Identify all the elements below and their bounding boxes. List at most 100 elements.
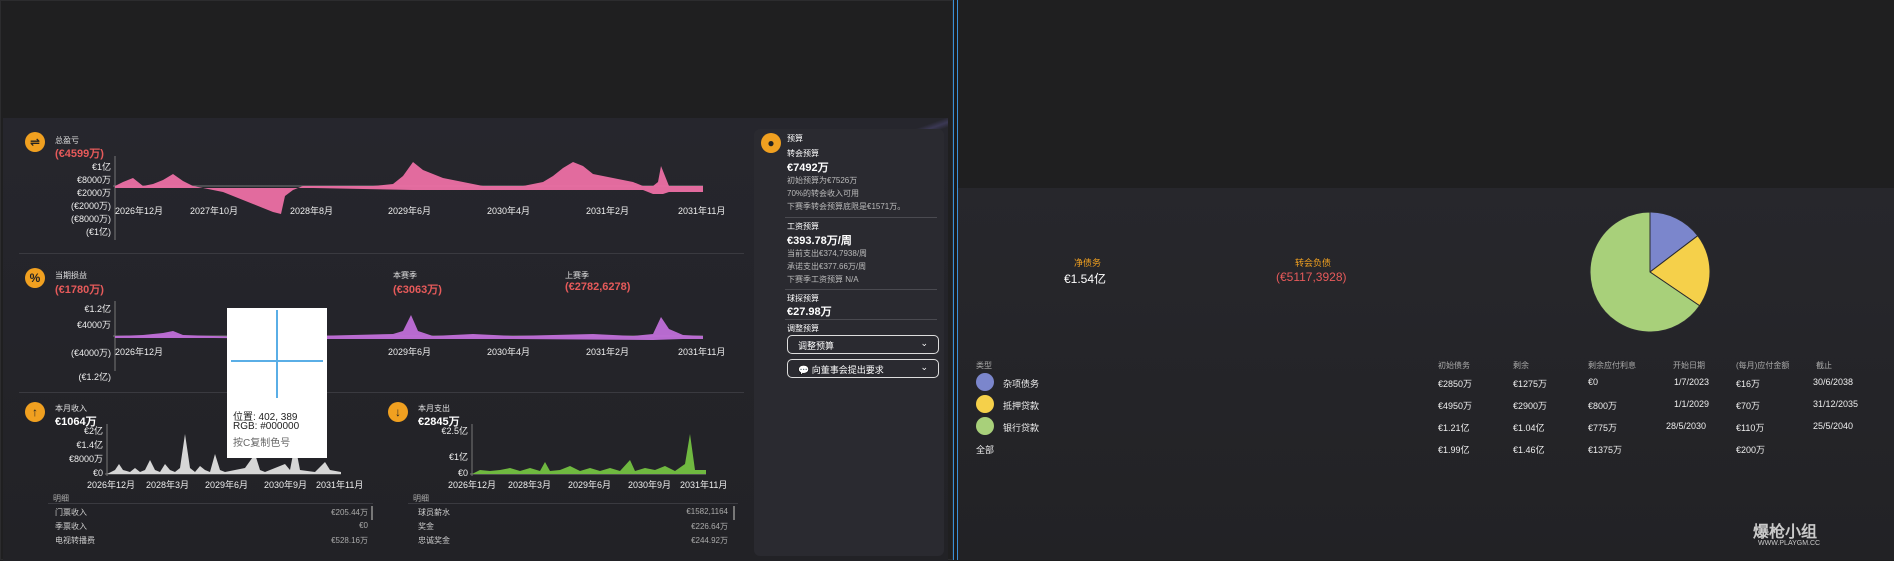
y-tick: €0 xyxy=(92,468,103,478)
wage-budget-label: 工资预算 xyxy=(787,222,819,231)
col-header-monthly: (每月)应付金额 xyxy=(1736,361,1790,370)
x-tick: 2031年11月 xyxy=(680,480,728,490)
y-tick: €1.2亿 xyxy=(84,304,111,314)
watermark-logo: 爆枪小组 xyxy=(1753,524,1818,541)
divider xyxy=(785,217,937,218)
board-request-dropdown[interactable]: 💬 向董事会提出要求 ⌄ xyxy=(787,359,939,378)
y-tick: €1.4亿 xyxy=(76,440,103,450)
net-debt-value: €1.54亿 xyxy=(1064,272,1107,286)
transfer-budget-value: €7492万 xyxy=(787,162,829,174)
transfer-note: 初始预算为€7526万 xyxy=(787,176,858,185)
x-tick: 2029年6月 xyxy=(568,480,612,490)
color-picker-tooltip: 位置: 402, 389 RGB: #000000 按C复制色号 xyxy=(227,308,327,458)
list-item-label: 门票收入 xyxy=(55,508,87,517)
y-tick: €0 xyxy=(457,468,468,478)
col-header-end: 截止 xyxy=(1816,361,1832,370)
chat-icon: 💬 xyxy=(798,365,810,375)
profit-chart[interactable] xyxy=(113,301,703,371)
col-header-remaining: 剩余 xyxy=(1513,361,1529,370)
debt-pane: 净债务 €1.54亿 转会负债 (€5117,3928) 类型 初始债务 剩余 … xyxy=(958,0,1894,560)
adjust-budget-dropdown-label: 调整预算 xyxy=(798,341,835,351)
list-item-value: €1582,1164 xyxy=(686,507,728,516)
profit-icon: % xyxy=(25,268,45,288)
chevron-down-icon: ⌄ xyxy=(920,338,928,348)
transfer-debt-value: (€5117,3928) xyxy=(1276,270,1347,284)
watermark-url: WWW.PLAYGM.CC xyxy=(1758,540,1821,547)
balance-icon: ⇌ xyxy=(25,132,45,152)
cell: 25/5/2040 xyxy=(1813,421,1854,431)
legend-dot xyxy=(976,395,994,413)
x-tick: 2030年4月 xyxy=(487,206,531,216)
x-tick: 2026年12月 xyxy=(87,480,136,490)
y-tick: €2000万 xyxy=(76,188,111,198)
debt-pie-chart[interactable] xyxy=(1588,210,1712,334)
legend-dot xyxy=(976,373,994,391)
col-header-interest: 剩余应付利息 xyxy=(1588,361,1636,370)
x-tick: 2028年3月 xyxy=(508,480,552,490)
arrow-down-icon: ↓ xyxy=(388,402,408,422)
x-tick: 2029年6月 xyxy=(388,206,432,216)
x-tick: 2030年9月 xyxy=(264,480,308,490)
chevron-down-icon: ⌄ xyxy=(920,362,928,372)
expense-chart[interactable] xyxy=(470,424,706,476)
profit-value[interactable]: (€1780万) xyxy=(55,281,104,297)
last-season-value: (€2782,6278) xyxy=(565,281,631,293)
finance-overview-pane: ⇌ 总盈亏 (€4599万) €1亿 €8000万 €2000万 (€2000万… xyxy=(0,0,953,561)
cell: €1.46亿 xyxy=(1513,445,1545,455)
budget-title: 预算 xyxy=(787,134,803,143)
x-tick: 2026年12月 xyxy=(115,206,164,216)
transfer-note: 下赛季转会预算底限是€1571万。 xyxy=(787,202,906,211)
list-item-label: 奖金 xyxy=(418,522,434,531)
x-tick: 2031年2月 xyxy=(586,206,630,216)
cell: €70万 xyxy=(1736,401,1761,411)
row-name: 全部 xyxy=(976,445,995,455)
list-item-value: €226.64万 xyxy=(691,522,728,531)
net-debt-label: 净债务 xyxy=(1074,258,1102,268)
cell: 1/7/2023 xyxy=(1674,377,1710,387)
last-season-title: 上赛季 xyxy=(565,271,589,280)
balance-value[interactable]: (€4599万) xyxy=(55,145,104,161)
list-item-value: €244.92万 xyxy=(691,536,728,545)
y-tick: (€1.2亿) xyxy=(78,372,111,382)
cell: €800万 xyxy=(1588,401,1618,411)
cell: 30/6/2038 xyxy=(1813,377,1854,387)
row-name: 银行贷款 xyxy=(1003,423,1040,433)
wage-note: 承诺支出€377.66万/周 xyxy=(787,262,867,271)
y-tick: €1亿 xyxy=(448,452,468,462)
x-tick: 2031年2月 xyxy=(586,347,630,357)
row-name: 抵押贷款 xyxy=(1003,401,1040,411)
cell: €1.21亿 xyxy=(1438,423,1470,433)
list-item-value: €205.44万 xyxy=(331,508,368,517)
y-tick: (€1亿) xyxy=(85,227,111,237)
cell: €16万 xyxy=(1736,379,1761,389)
y-tick: €2亿 xyxy=(83,426,103,436)
wage-budget-value: €393.78万/周 xyxy=(787,235,852,247)
list-item-value: €528.16万 xyxy=(331,536,368,545)
list-item-label: 球员薪水 xyxy=(418,508,450,517)
crosshair-horizontal xyxy=(231,360,323,362)
col-header-start: 开始日期 xyxy=(1673,361,1705,370)
list-item-label: 电视转播费 xyxy=(55,536,95,545)
list-item-value: €0 xyxy=(359,521,368,530)
x-tick: 2027年10月 xyxy=(190,206,239,216)
divider xyxy=(408,503,738,504)
transfer-note: 70%的转会收入可用 xyxy=(787,189,860,198)
cell: €1.99亿 xyxy=(1438,445,1470,455)
transfer-budget-label: 转会预算 xyxy=(787,149,819,158)
balance-chart[interactable] xyxy=(113,156,703,240)
crosshair-vertical xyxy=(276,310,278,398)
wage-note: 当前支出€374,7938/周 xyxy=(787,249,868,258)
transfer-debt-label: 转会负债 xyxy=(1295,258,1332,268)
x-tick: 2029年6月 xyxy=(388,347,432,357)
cell: €0 xyxy=(1588,377,1599,387)
cell: 31/12/2035 xyxy=(1813,399,1859,409)
piggy-bank-icon: ● xyxy=(761,133,781,153)
scrollbar[interactable] xyxy=(371,506,373,520)
scrollbar[interactable] xyxy=(733,506,735,520)
cell: €775万 xyxy=(1588,423,1618,433)
adjust-budget-dropdown[interactable]: 调整预算 ⌄ xyxy=(787,335,939,354)
x-tick: 2030年4月 xyxy=(487,347,531,357)
x-tick: 2026年12月 xyxy=(448,480,497,490)
x-tick: 2031年11月 xyxy=(678,206,726,216)
y-tick: (€4000万) xyxy=(70,348,111,358)
